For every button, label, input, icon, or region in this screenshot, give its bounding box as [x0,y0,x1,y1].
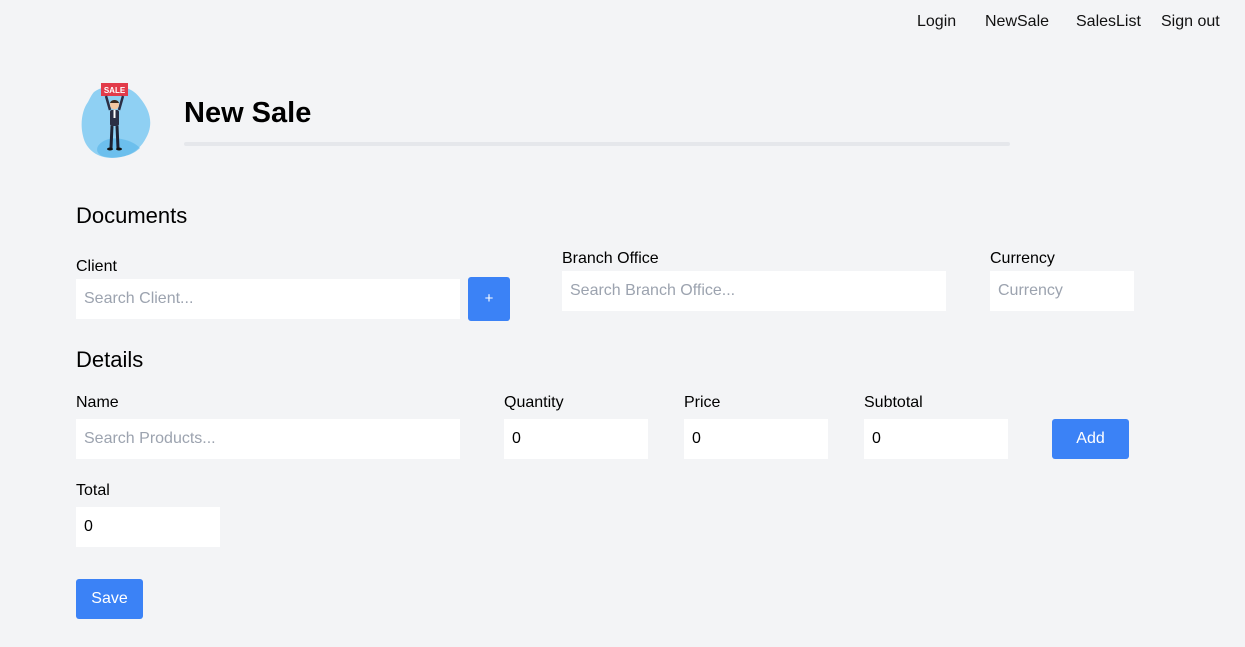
logo-sign-text: SALE [104,86,126,95]
details-heading: Details [76,347,144,372]
nav-sign-out-link[interactable]: Sign out [1161,12,1220,32]
add-client-button[interactable]: + [468,277,510,321]
total-input[interactable] [76,507,220,547]
product-search-input[interactable] [76,419,460,459]
client-label: Client [76,258,117,275]
total-label: Total [76,482,110,499]
branch-office-label: Branch Office [562,250,659,267]
save-button[interactable]: Save [76,579,143,619]
documents-heading: Documents [76,203,188,228]
client-search-input[interactable] [76,279,460,319]
subtotal-input[interactable] [864,419,1008,459]
quantity-label: Quantity [504,394,564,411]
sale-logo-illustration: SALE [80,80,152,160]
product-name-label: Name [76,394,119,411]
nav-login-link[interactable]: Login [917,12,956,32]
add-product-button[interactable]: Add [1052,419,1129,459]
branch-office-search-input[interactable] [562,271,946,311]
title-divider [184,142,1010,146]
nav-new-sale-link[interactable]: NewSale [985,12,1049,32]
quantity-input[interactable] [504,419,648,459]
currency-input[interactable] [990,271,1134,311]
nav-sales-list-link[interactable]: SalesList [1076,12,1141,32]
subtotal-label: Subtotal [864,394,923,411]
price-input[interactable] [684,419,828,459]
currency-label: Currency [990,250,1055,267]
page-title: New Sale [184,97,312,129]
price-label: Price [684,394,721,411]
top-nav: Login NewSale SalesList Sign out [0,12,1245,32]
